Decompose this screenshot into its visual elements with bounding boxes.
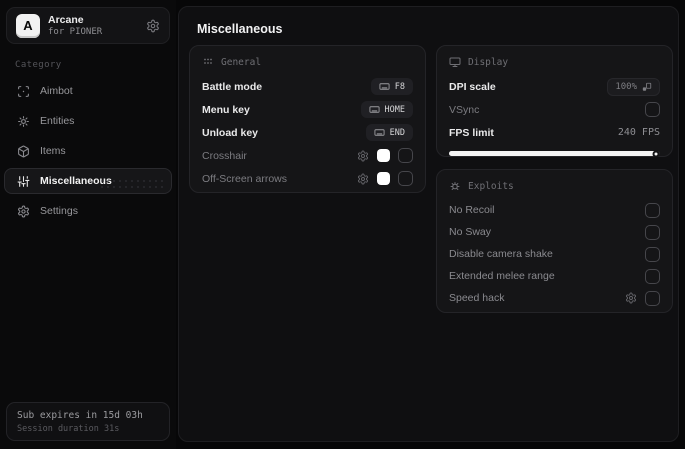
row-label: No Sway [449, 226, 492, 238]
menu-key-row: Menu key HOME [202, 98, 413, 121]
slider-fill [449, 151, 656, 156]
keyboard-icon [374, 127, 385, 138]
extended-melee-range-row: Extended melee range [449, 265, 660, 287]
package-icon [17, 145, 30, 158]
row-label: DPI scale [449, 80, 496, 93]
row-controls [625, 290, 660, 306]
fps-limit-row: FPS limit 240 FPS [449, 121, 660, 144]
offscreen-arrows-row: Off-Screen arrows [202, 167, 413, 190]
dpi-scale-select[interactable]: 100% [607, 77, 660, 96]
slider-handle[interactable] [652, 150, 660, 157]
row-controls [357, 171, 413, 186]
gear-icon[interactable] [357, 150, 369, 162]
general-card: General Battle mode F8 Menu key HOME Unl… [189, 45, 426, 193]
keybind-value: END [389, 127, 405, 138]
no-sway-checkbox[interactable] [645, 224, 660, 240]
keybind-value: F8 [394, 81, 405, 92]
battle-mode-row: Battle mode F8 [202, 75, 413, 98]
row-label: Speed hack [449, 292, 505, 304]
keyboard-icon [379, 81, 390, 92]
sliders-icon [17, 175, 30, 188]
vsync-checkbox[interactable] [645, 102, 660, 117]
crosshair-row: Crosshair [202, 144, 413, 167]
monitor-icon [449, 56, 461, 68]
keybind-value: HOME [384, 104, 405, 115]
row-label: Disable camera shake [449, 248, 553, 260]
settings-gear-icon[interactable] [146, 19, 160, 33]
app-title-block: Arcane for PIONER [48, 14, 102, 37]
keyboard-icon [368, 104, 380, 115]
app-subtitle: for PIONER [48, 27, 103, 38]
battle-mode-keybind[interactable]: F8 [370, 78, 413, 95]
subscription-info: Sub expires in 15d 03h Session duration … [6, 402, 170, 441]
entities-icon [17, 115, 30, 128]
main-panel: Miscellaneous General Battle mode F8 Men… [178, 6, 679, 442]
gear-icon [17, 205, 30, 218]
sidebar-item-aimbot[interactable]: Aimbot [4, 78, 172, 104]
card-title-text: General [221, 56, 262, 68]
bug-icon [449, 180, 461, 192]
sub-expires-text: Sub expires in 15d 03h [17, 410, 143, 421]
sidebar-item-entities[interactable]: Entities [4, 108, 172, 134]
row-label: Unload key [202, 126, 259, 139]
card-title-text: Exploits [468, 180, 514, 192]
crosshair-color-swatch[interactable] [377, 149, 390, 162]
row-label: Menu key [202, 103, 250, 116]
session-duration-text: Session duration 31s [17, 424, 120, 434]
display-card: Display DPI scale 100% VSync FPS limit 2… [436, 45, 673, 157]
row-controls [357, 148, 413, 163]
sidebar-item-items[interactable]: Items [4, 138, 172, 164]
card-title-text: Display [468, 56, 509, 68]
row-label: Off-Screen arrows [202, 172, 287, 185]
row-label: Battle mode [202, 80, 263, 93]
app-header: A Arcane for PIONER [6, 7, 170, 44]
fps-limit-slider[interactable] [449, 150, 660, 157]
dots-texture [99, 178, 165, 190]
exploits-card-title: Exploits [449, 180, 660, 192]
display-card-title: Display [449, 56, 660, 68]
category-label: Category [15, 60, 62, 70]
sidebar-item-miscellaneous[interactable]: Miscellaneous [4, 168, 172, 194]
fps-limit-value: 240 FPS [617, 127, 660, 138]
crosshair-checkbox[interactable] [398, 148, 413, 163]
sidebar-nav: Aimbot Entities Items Miscellaneous Sett… [0, 78, 176, 224]
offscreen-arrows-color-swatch[interactable] [377, 172, 390, 185]
crosshair-scan-icon [17, 85, 30, 98]
exploits-card: Exploits No Recoil No Sway Disable camer… [436, 169, 673, 313]
menu-key-keybind[interactable]: HOME [360, 101, 413, 118]
speed-hack-row: Speed hack [449, 287, 660, 309]
no-recoil-checkbox[interactable] [645, 202, 660, 218]
dpi-scale-row: DPI scale 100% [449, 75, 660, 98]
sidebar-item-label: Aimbot [40, 85, 73, 97]
sidebar-item-settings[interactable]: Settings [4, 198, 172, 224]
row-label: VSync [449, 103, 480, 116]
disable-camera-shake-checkbox[interactable] [645, 246, 660, 262]
unload-key-row: Unload key END [202, 121, 413, 144]
sidebar-item-label: Settings [40, 205, 78, 217]
row-label: FPS limit [449, 126, 494, 139]
extended-melee-range-checkbox[interactable] [645, 268, 660, 284]
gear-icon[interactable] [625, 292, 637, 304]
grid-dots-icon [202, 56, 214, 68]
no-recoil-row: No Recoil [449, 199, 660, 221]
speed-hack-checkbox[interactable] [645, 290, 660, 306]
vsync-row: VSync [449, 98, 660, 121]
offscreen-arrows-checkbox[interactable] [398, 171, 413, 186]
no-sway-row: No Sway [449, 221, 660, 243]
unload-key-keybind[interactable]: END [365, 124, 413, 141]
sidebar-item-label: Items [40, 145, 66, 157]
row-label: No Recoil [449, 204, 495, 216]
row-label: Crosshair [202, 149, 247, 162]
sidebar-item-label: Entities [40, 115, 75, 127]
page-title: Miscellaneous [197, 22, 283, 36]
row-label: Extended melee range [449, 270, 555, 282]
app-name: Arcane [48, 13, 84, 26]
gear-icon[interactable] [357, 173, 369, 185]
sidebar: A Arcane for PIONER Category Aimbot Enti… [0, 0, 176, 449]
disable-camera-shake-row: Disable camera shake [449, 243, 660, 265]
dpi-scale-value: 100% [615, 81, 637, 92]
scale-icon [642, 82, 652, 92]
general-card-title: General [202, 56, 413, 68]
app-logo: A [16, 13, 40, 38]
